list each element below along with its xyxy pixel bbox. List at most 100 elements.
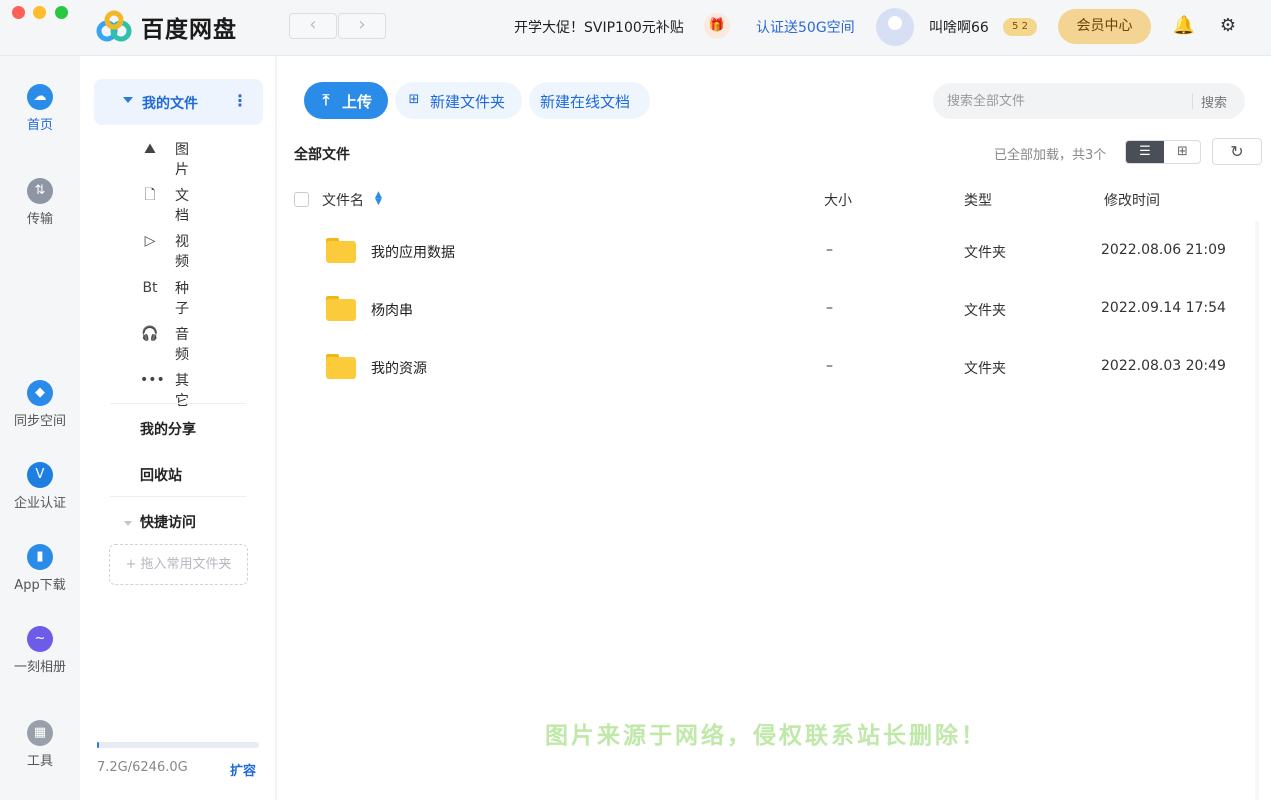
- nav-enterprise-label: 企业认证: [13, 496, 66, 511]
- sidebar-item-label: 其它: [175, 373, 189, 409]
- nav-home-label: 首页: [26, 118, 53, 133]
- sidebar-item-recycle-bin[interactable]: 回收站: [140, 465, 182, 485]
- promo-link[interactable]: 开学大促！SVIP100元补贴: [514, 17, 684, 37]
- gift-icon[interactable]: 🎁: [704, 13, 730, 39]
- more-vertical-icon[interactable]: ⋮: [232, 91, 248, 110]
- new-online-doc-button[interactable]: 新建在线文档: [529, 82, 650, 119]
- tools-grid-icon: ▦: [27, 720, 53, 746]
- column-header-modified[interactable]: 修改时间: [1104, 190, 1160, 210]
- file-size: –: [826, 242, 833, 258]
- folder-icon: [326, 238, 356, 263]
- collapse-triangle-icon: [124, 520, 132, 526]
- sidebar-quick-access[interactable]: 快捷访问: [124, 512, 196, 532]
- settings-icon[interactable]: ⚙: [1216, 14, 1240, 38]
- nav-sync-space[interactable]: ◆ 同步空间: [0, 380, 80, 429]
- app-title: 百度网盘: [141, 17, 237, 43]
- sidebar-item-label: 视频: [175, 234, 189, 270]
- nav-tools[interactable]: ▦ 工具: [0, 720, 80, 769]
- refresh-icon[interactable]: ↻: [1212, 138, 1262, 165]
- search-button[interactable]: 搜索: [1201, 92, 1227, 111]
- upload-button[interactable]: ⤒ 上传: [304, 82, 388, 119]
- file-name[interactable]: 我的资源: [371, 358, 427, 378]
- storage-usage-text: 7.2G/6246.0G: [97, 760, 188, 775]
- select-all-checkbox[interactable]: [294, 192, 309, 207]
- main-content: ⤒ 上传 ⊞ 新建文件夹 新建在线文档 搜索 全部文件 已全部加载，共3个 ☰ …: [277, 56, 1271, 800]
- column-header-name[interactable]: 文件名: [322, 190, 364, 210]
- left-nav: ☁ 首页 ⇅ 传输 ◆ 同步空间 V 企业认证 ▮ App下载 ~ 一刻相册 ▦…: [0, 56, 80, 800]
- username[interactable]: 叫啥啊66: [929, 17, 989, 37]
- sidebar: 我的文件 ⋮ ⛰ 图片 🗋 文档 ▷ 视频 Bt 种子 🎧 音频 ••• 其它 …: [80, 56, 276, 800]
- search-box: 搜索: [933, 83, 1245, 119]
- nav-enterprise[interactable]: V 企业认证: [0, 462, 80, 511]
- file-name[interactable]: 杨肉串: [371, 300, 413, 320]
- storage-progress-bar: [97, 742, 259, 748]
- table-row[interactable]: 我的应用数据 – 文件夹 2022.08.06 21:09: [277, 223, 1271, 281]
- top-bar: 百度网盘 ‹ › 开学大促！SVIP100元补贴 🎁 认证送50G空间 叫啥啊6…: [0, 0, 1271, 56]
- folder-icon: [326, 354, 356, 379]
- auth-reward-link[interactable]: 认证送50G空间: [756, 17, 855, 37]
- nav-transfer[interactable]: ⇅ 传输: [0, 178, 80, 227]
- grid-view-icon[interactable]: ⊞: [1164, 141, 1201, 163]
- cloud-icon: ☁: [27, 84, 53, 110]
- sidebar-item-label: 文档: [175, 188, 189, 224]
- column-header-size[interactable]: 大小: [824, 190, 852, 210]
- new-folder-button[interactable]: ⊞ 新建文件夹: [395, 82, 522, 119]
- breadcrumb[interactable]: 全部文件: [294, 144, 350, 164]
- member-center-button[interactable]: 会员中心: [1058, 9, 1151, 44]
- nav-home[interactable]: ☁ 首页: [0, 84, 80, 133]
- nav-app-download[interactable]: ▮ App下载: [0, 544, 80, 593]
- nav-tools-label: 工具: [26, 754, 53, 769]
- quick-access-label: 快捷访问: [140, 515, 196, 531]
- nav-album-label: 一刻相册: [13, 660, 66, 675]
- scrollbar[interactable]: [1255, 221, 1259, 800]
- vip-level-badge: 5 2: [1003, 18, 1037, 36]
- sidebar-item-label: 音频: [175, 327, 189, 363]
- nav-transfer-label: 传输: [26, 212, 53, 227]
- new-online-doc-label: 新建在线文档: [540, 93, 631, 111]
- sidebar-item-label: 图片: [175, 142, 189, 178]
- phone-icon: ▮: [27, 544, 53, 570]
- file-modified: 2022.09.14 17:54: [1101, 300, 1226, 316]
- folder-icon: [326, 296, 356, 321]
- column-header-type[interactable]: 类型: [964, 190, 992, 210]
- file-modified: 2022.08.06 21:09: [1101, 242, 1226, 258]
- sidebar-item-my-share[interactable]: 我的分享: [140, 419, 196, 439]
- sort-icon[interactable]: ▲▼: [375, 191, 383, 207]
- table-row[interactable]: 我的资源 – 文件夹 2022.08.03 20:49: [277, 339, 1271, 397]
- storage-progress-fill: [97, 742, 100, 748]
- nav-album[interactable]: ~ 一刻相册: [0, 626, 80, 675]
- sidebar-my-files-label: 我的文件: [142, 96, 198, 112]
- sidebar-item-my-files[interactable]: 我的文件 ⋮: [94, 79, 263, 125]
- upload-label: 上传: [342, 93, 373, 111]
- drop-folder-zone[interactable]: + 拖入常用文件夹: [109, 544, 248, 585]
- table-row[interactable]: 杨肉串 – 文件夹 2022.09.14 17:54: [277, 281, 1271, 339]
- close-window-button[interactable]: [12, 6, 25, 19]
- zoom-window-button[interactable]: [55, 6, 68, 19]
- file-size: –: [826, 358, 833, 374]
- expand-storage-link[interactable]: 扩容: [230, 760, 256, 779]
- new-folder-icon: ⊞: [408, 92, 420, 107]
- back-button[interactable]: ‹: [289, 13, 337, 39]
- transfer-icon: ⇅: [27, 178, 53, 204]
- file-modified: 2022.08.03 20:49: [1101, 358, 1226, 374]
- new-folder-label: 新建文件夹: [430, 93, 506, 111]
- divider: [110, 403, 246, 404]
- sync-icon: ◆: [27, 380, 53, 406]
- avatar[interactable]: [876, 8, 914, 46]
- nav-app-label: App下载: [14, 578, 66, 593]
- list-view-icon[interactable]: ☰: [1126, 141, 1164, 163]
- minimize-window-button[interactable]: [33, 6, 46, 19]
- file-name[interactable]: 我的应用数据: [371, 242, 455, 262]
- bell-icon[interactable]: 🔔: [1172, 14, 1196, 38]
- sidebar-item-label: 种子: [175, 281, 189, 317]
- table-header: 文件名 ▲▼ 大小 类型 修改时间: [277, 182, 1271, 216]
- forward-button[interactable]: ›: [338, 13, 386, 39]
- collapse-triangle-icon[interactable]: [123, 97, 133, 103]
- search-input[interactable]: [947, 91, 1187, 111]
- baidu-netdisk-logo-icon: [96, 10, 132, 42]
- more-dots-icon: •••: [140, 372, 165, 388]
- album-icon: ~: [27, 626, 53, 652]
- enterprise-v-icon: V: [27, 462, 53, 488]
- file-size: –: [826, 300, 833, 316]
- file-type: 文件夹: [964, 245, 1006, 261]
